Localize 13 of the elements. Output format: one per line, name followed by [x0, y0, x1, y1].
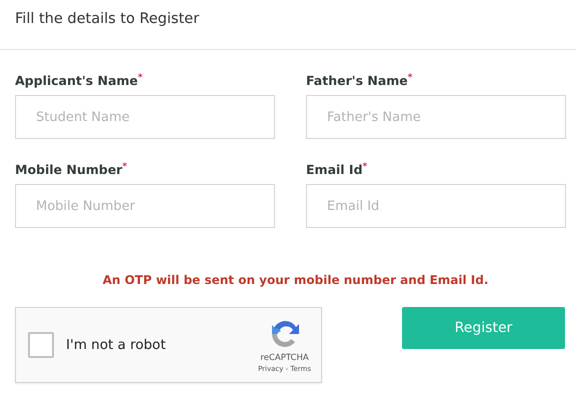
- form-title: Fill the details to Register: [15, 11, 200, 27]
- field-label: Father's Name$^{*}$: [306, 73, 414, 88]
- input-field[interactable]: Mobile Number: [15, 184, 275, 228]
- captcha-checkbox[interactable]: [28, 332, 54, 358]
- input-field[interactable]: Email Id: [306, 184, 566, 228]
- field-label: Mobile Number$^{*}$: [15, 162, 128, 178]
- captcha-label: I'm not a robot: [66, 337, 167, 354]
- field-label: Email Id$^{*}$: [306, 162, 368, 178]
- input-field[interactable]: Father's Name: [306, 95, 566, 140]
- field-label: Applicant's Name$^{*}$: [15, 73, 144, 88]
- input-field[interactable]: Student Name: [15, 95, 275, 140]
- otp-notice: An OTP will be sent on your mobile number and Email Id.: [102, 273, 490, 288]
- captcha-brand: reCAPTCHA: [260, 353, 309, 364]
